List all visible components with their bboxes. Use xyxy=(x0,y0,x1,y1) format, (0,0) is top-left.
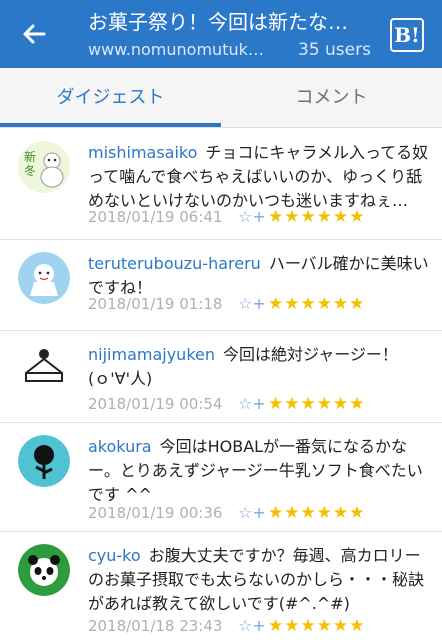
snowman-avatar-icon: 新 冬 xyxy=(18,141,70,193)
svg-text:冬: 冬 xyxy=(24,163,36,178)
star-rating: ★★★★★★ xyxy=(268,294,366,314)
comment-date: 2018/01/19 01:18 xyxy=(88,295,223,313)
rose-avatar-icon xyxy=(18,435,70,487)
avatar[interactable] xyxy=(18,435,70,487)
list-item: nijimamajyuken 今回は絶対ジャージー！(ｏ'∀'人) 2018/01… xyxy=(0,331,442,423)
page-url: www.nomunomutuk… xyxy=(88,40,264,59)
comment-body: akokura 今回はHOBALが一番気になるかなー。とりあえずジャージー牛乳ソフ… xyxy=(88,435,430,507)
add-star-icon[interactable]: ☆+ xyxy=(238,501,266,525)
comment-username[interactable]: teruterubouzu-hareru xyxy=(88,254,261,273)
page-title: お菓子祭り！今回は新たな… xyxy=(88,10,348,34)
add-star-icon[interactable]: ☆+ xyxy=(238,392,266,416)
star-rating: ★★★★★★ xyxy=(268,394,366,414)
comment-body: nijimamajyuken 今回は絶対ジャージー！(ｏ'∀'人) xyxy=(88,343,430,391)
add-star-icon[interactable]: ☆+ xyxy=(238,205,266,229)
comment-date: 2018/01/19 00:54 xyxy=(88,395,223,413)
hatena-bookmark-button[interactable]: B! xyxy=(390,18,424,52)
comment-body: mishimasaiko チョコにキャラメル入ってる奴って噛んで食べちゃえばいいの… xyxy=(88,141,430,213)
comment-date: 2018/01/19 00:36 xyxy=(88,504,223,522)
avatar[interactable] xyxy=(18,343,70,395)
svg-text:新: 新 xyxy=(24,149,36,164)
add-star-icon[interactable]: ☆+ xyxy=(238,292,266,316)
list-item: cyu-ko お腹大丈夫ですか？毎週、高カロリーのお菓子摂取でも太らないのかしら・… xyxy=(0,532,442,640)
comment-date: 2018/01/19 06:41 xyxy=(88,208,223,226)
tab-bar: ダイジェスト コメント xyxy=(0,68,442,128)
tab-digest[interactable]: ダイジェスト xyxy=(0,68,221,128)
back-arrow-icon[interactable] xyxy=(18,18,50,50)
comment-body: cyu-ko お腹大丈夫ですか？毎週、高カロリーのお菓子摂取でも太らないのかしら・… xyxy=(88,544,430,616)
add-star-icon[interactable]: ☆+ xyxy=(238,614,266,638)
star-rating: ★★★★★★ xyxy=(268,616,366,636)
cake-avatar-icon xyxy=(18,343,70,395)
comment-username[interactable]: mishimasaiko xyxy=(88,143,197,162)
avatar[interactable] xyxy=(18,544,70,596)
app-header: お菓子祭り！今回は新たな… www.nomunomutuk… 35 users … xyxy=(0,0,442,68)
users-count: 35 users xyxy=(298,40,371,60)
comment-username[interactable]: nijimamajyuken xyxy=(88,345,215,364)
teru-teru-bouzu-avatar-icon xyxy=(18,252,70,304)
panda-avatar-icon xyxy=(18,544,70,596)
star-rating: ★★★★★★ xyxy=(268,503,366,523)
list-item: 新 冬 mishimasaiko チョコにキャラメル入ってる奴って噛んで食べちゃえ… xyxy=(0,129,442,240)
avatar[interactable]: 新 冬 xyxy=(18,141,70,193)
star-rating: ★★★★★★ xyxy=(268,207,366,227)
comment-username[interactable]: cyu-ko xyxy=(88,546,141,565)
tab-comments[interactable]: コメント xyxy=(221,68,442,128)
list-item: akokura 今回はHOBALが一番気になるかなー。とりあえずジャージー牛乳ソフ… xyxy=(0,423,442,532)
avatar[interactable] xyxy=(18,252,70,304)
comment-username[interactable]: akokura xyxy=(88,437,152,456)
list-item: teruterubouzu-hareru ハーバル確かに美味いですね！ 2018/… xyxy=(0,240,442,331)
comment-date: 2018/01/18 23:43 xyxy=(88,617,223,635)
active-tab-indicator xyxy=(0,123,221,127)
